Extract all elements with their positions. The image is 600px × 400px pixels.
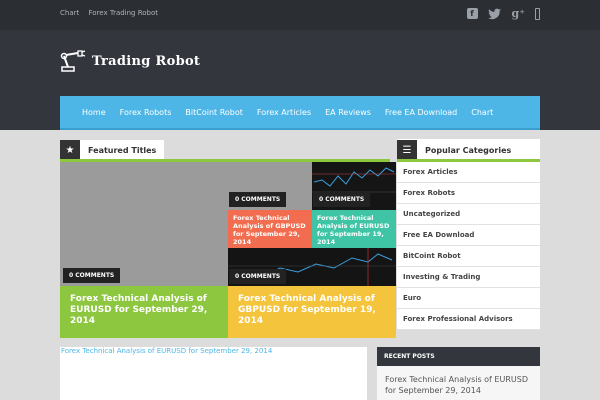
- top-links: Chart Forex Trading Robot: [60, 9, 165, 17]
- site-header: Trading Robot Home Forex Robots BitCoint…: [0, 30, 600, 130]
- top-link-forex-trading-robot[interactable]: Forex Trading Robot: [88, 9, 158, 17]
- featured-heading: ★ Featured Titles: [60, 139, 165, 161]
- nav-item-forex-robots[interactable]: Forex Robots: [120, 108, 172, 117]
- facebook-icon[interactable]: f: [466, 8, 478, 19]
- featured-tile-large[interactable]: 0 COMMENTS Forex Technical Analysis of E…: [60, 162, 228, 338]
- comments-badge[interactable]: 0 COMMENTS: [63, 268, 121, 283]
- google-plus-icon[interactable]: g⁺: [512, 7, 526, 20]
- category-item[interactable]: BitCoint Robot: [397, 246, 540, 267]
- mobile-icon[interactable]: [535, 7, 540, 20]
- comments-badge[interactable]: 0 COMMENTS: [313, 192, 371, 207]
- nav-item-chart[interactable]: Chart: [471, 108, 493, 117]
- recent-post-item[interactable]: Forex Technical Analysis of EURUSD for S…: [377, 366, 540, 400]
- twitter-icon[interactable]: [487, 8, 502, 20]
- recent-posts-heading: RECENT POSTS: [377, 347, 540, 366]
- robot-arm-icon: [60, 50, 86, 72]
- menu-icon: ☰: [397, 140, 417, 160]
- post-content-area: Forex Technical Analysis of EURUSD for S…: [60, 347, 367, 400]
- categories-heading: ☰ Popular Categories: [397, 139, 540, 161]
- category-item[interactable]: Euro: [397, 288, 540, 309]
- main-nav: Home Forex Robots BitCoint Robot Forex A…: [60, 96, 540, 130]
- tile-title[interactable]: Forex Technical Analysis of EURUSD for S…: [70, 294, 225, 327]
- tile-title[interactable]: Forex Technical Analysis of EURUSD for S…: [317, 214, 395, 246]
- top-link-chart[interactable]: Chart: [60, 9, 79, 17]
- category-item[interactable]: Forex Professional Advisors: [397, 309, 540, 330]
- category-item[interactable]: Investing & Trading: [397, 267, 540, 288]
- categories-heading-label: Popular Categories: [417, 140, 520, 160]
- logo-text: Trading Robot: [92, 53, 201, 69]
- categories-list: Forex Articles Forex Robots Uncategorize…: [397, 162, 540, 330]
- category-item[interactable]: Forex Articles: [397, 162, 540, 183]
- social-icons: f g⁺: [466, 7, 540, 20]
- recent-posts-widget: RECENT POSTS Forex Technical Analysis of…: [377, 347, 540, 400]
- nav-item-ea-reviews[interactable]: EA Reviews: [325, 108, 371, 117]
- site-logo[interactable]: Trading Robot: [60, 50, 200, 72]
- category-item[interactable]: Forex Robots: [397, 183, 540, 204]
- nav-item-home[interactable]: Home: [82, 108, 106, 117]
- featured-tile-gbpusd-19[interactable]: 0 COMMENTS Forex Technical Analysis of G…: [228, 248, 396, 338]
- nav-item-forex-articles[interactable]: Forex Articles: [257, 108, 311, 117]
- category-item[interactable]: Free EA Download: [397, 225, 540, 246]
- star-icon: ★: [60, 140, 80, 160]
- post-image-link[interactable]: Forex Technical Analysis of EURUSD for S…: [60, 347, 367, 355]
- nav-item-bitcoint-robot[interactable]: BitCoint Robot: [185, 108, 243, 117]
- tile-title[interactable]: Forex Technical Analysis of GBPUSD for S…: [233, 214, 311, 246]
- comments-badge[interactable]: 0 COMMENTS: [229, 192, 287, 207]
- category-item[interactable]: Uncategorized: [397, 204, 540, 225]
- comments-badge[interactable]: 0 COMMENTS: [229, 269, 287, 284]
- top-bar: Chart Forex Trading Robot f g⁺: [0, 0, 600, 30]
- featured-tile-eurusd-19[interactable]: 0 COMMENTS Forex Technical Analysis of E…: [312, 162, 396, 248]
- featured-heading-label: Featured Titles: [80, 140, 165, 160]
- nav-item-free-ea-download[interactable]: Free EA Download: [385, 108, 457, 117]
- tile-title[interactable]: Forex Technical Analysis of GBPUSD for S…: [238, 294, 393, 327]
- featured-tile-gbpusd-29[interactable]: 0 COMMENTS Forex Technical Analysis of G…: [228, 162, 312, 248]
